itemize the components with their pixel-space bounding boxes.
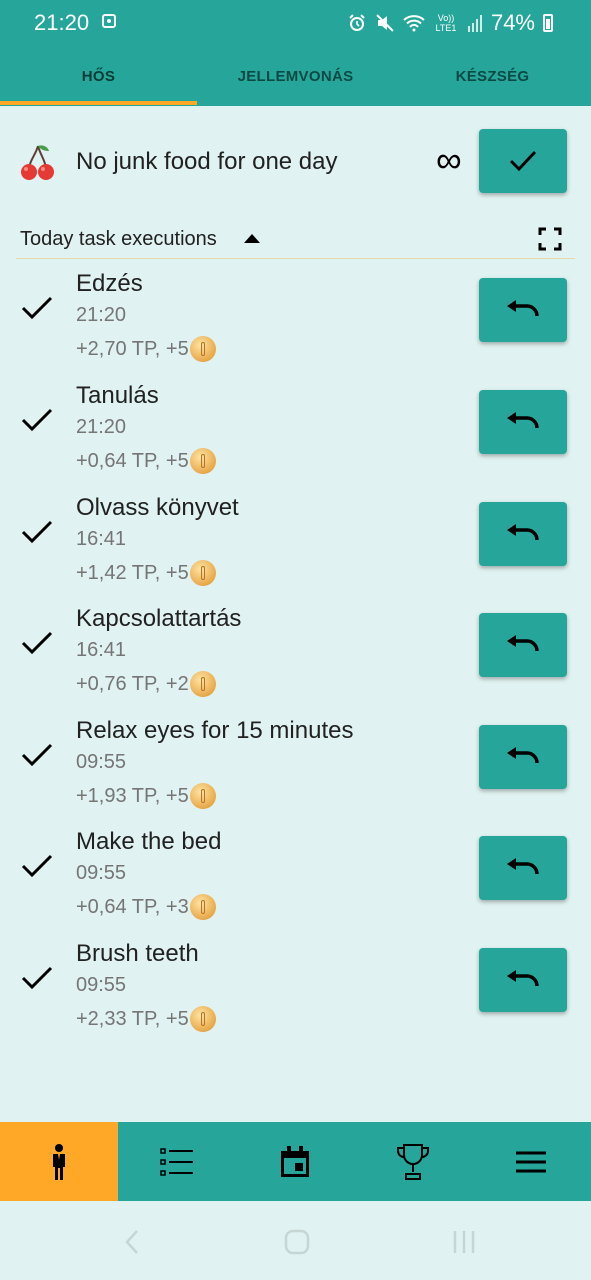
task-time: 21:20 — [76, 416, 127, 438]
undo-button[interactable] — [479, 613, 567, 677]
list-item: Olvass könyvet 16:41 +1,42 TP, +5 — [0, 494, 591, 606]
section-header[interactable]: Today task executions — [0, 222, 591, 260]
undo-icon — [507, 747, 539, 764]
bottom-navigation — [0, 1122, 591, 1201]
undo-button[interactable] — [479, 390, 567, 454]
wifi-icon — [403, 15, 425, 32]
habit-row: No junk food for one day ∞ — [0, 120, 591, 204]
task-time: 16:41 — [76, 528, 127, 550]
network-label: Vo)) LTE1 — [435, 13, 457, 33]
tab-jellemvonas[interactable]: JELLEMVONÁS — [197, 48, 394, 106]
mute-icon — [376, 14, 394, 32]
done-check-icon — [21, 408, 53, 432]
undo-button[interactable] — [479, 836, 567, 900]
task-name: Make the bed — [76, 828, 222, 855]
done-check-icon — [21, 631, 53, 655]
nav-hero[interactable] — [0, 1122, 118, 1201]
battery-percent: 74% — [490, 10, 535, 35]
complete-habit-button[interactable] — [479, 129, 567, 193]
task-name: Brush teeth — [76, 940, 199, 967]
status-icons: Vo)) LTE1 74% — [347, 10, 553, 36]
undo-icon — [507, 412, 539, 429]
coin-icon — [189, 336, 216, 362]
list-item: Kapcsolattartás 16:41 +0,76 TP, +2 — [0, 605, 591, 717]
list-item: Edzés 21:20 +2,70 TP, +5 — [0, 270, 591, 382]
cherry-icon — [21, 145, 54, 180]
nav-tasks[interactable] — [118, 1122, 236, 1201]
undo-button[interactable] — [479, 725, 567, 789]
task-time: 09:55 — [76, 751, 127, 773]
task-reward: +1,93 TP, +5 — [76, 783, 216, 809]
task-name: Tanulás — [76, 382, 159, 409]
coin-icon — [189, 448, 216, 474]
list-item: Brush teeth 09:55 +2,33 TP, +5 — [0, 940, 591, 1052]
coin-icon — [189, 894, 216, 920]
coin-icon — [189, 560, 216, 586]
task-time: 21:20 — [76, 304, 127, 326]
nav-menu[interactable] — [472, 1122, 590, 1201]
recents-icon[interactable] — [452, 1229, 476, 1255]
undo-icon — [507, 524, 539, 541]
task-time: 16:41 — [76, 639, 127, 661]
task-name: Olvass könyvet — [76, 494, 239, 521]
tab-keszseg[interactable]: KÉSZSÉG — [394, 48, 591, 106]
menu-icon — [516, 1151, 546, 1172]
undo-button[interactable] — [479, 948, 567, 1012]
done-check-icon — [21, 296, 53, 320]
undo-button[interactable] — [479, 502, 567, 566]
done-check-icon — [21, 966, 53, 990]
task-name: Kapcsolattartás — [76, 605, 242, 632]
infinity-icon: ∞ — [436, 139, 462, 180]
check-icon — [509, 150, 537, 172]
undo-icon — [507, 970, 539, 987]
list-item: Make the bed 09:55 +0,64 TP, +3 — [0, 828, 591, 940]
hero-icon — [53, 1143, 65, 1180]
signal-icon — [467, 15, 482, 32]
fullscreen-icon[interactable] — [538, 227, 562, 251]
task-time: 09:55 — [76, 974, 127, 996]
section-title: Today task executions — [20, 228, 217, 250]
done-check-icon — [21, 854, 53, 878]
coin-icon — [189, 783, 216, 809]
trophy-icon — [397, 1143, 429, 1180]
alarm-icon — [349, 14, 365, 31]
task-reward: +2,70 TP, +5 — [76, 336, 216, 362]
undo-icon — [507, 635, 539, 652]
status-time: 21:20 — [34, 10, 90, 35]
home-icon[interactable] — [284, 1229, 310, 1255]
undo-icon — [507, 300, 539, 317]
done-check-icon — [21, 520, 53, 544]
section-divider — [16, 258, 575, 259]
app-notification-icon — [102, 14, 116, 28]
system-navigation-bar — [0, 1201, 591, 1280]
nav-achievements[interactable] — [354, 1122, 472, 1201]
done-check-icon — [21, 743, 53, 767]
undo-button[interactable] — [479, 278, 567, 342]
nav-calendar[interactable] — [236, 1122, 354, 1201]
battery-icon — [543, 14, 553, 32]
coin-icon — [189, 671, 216, 697]
coin-icon — [189, 1006, 216, 1032]
task-time: 09:55 — [76, 862, 127, 884]
calendar-icon — [281, 1145, 309, 1177]
collapse-triangle-icon[interactable] — [244, 234, 260, 243]
habit-title: No junk food for one day — [76, 148, 338, 175]
task-reward: +0,76 TP, +2 — [76, 671, 216, 697]
undo-icon — [507, 858, 539, 875]
status-bar: 21:20 Vo)) LTE1 74% — [0, 0, 591, 48]
active-tab-indicator — [0, 101, 197, 105]
task-name: Relax eyes for 15 minutes — [76, 717, 354, 744]
task-list-icon — [160, 1147, 193, 1176]
tab-hos[interactable]: HŐS — [0, 48, 197, 106]
task-name: Edzés — [76, 270, 143, 297]
list-item: Relax eyes for 15 minutes 09:55 +1,93 TP… — [0, 717, 591, 829]
list-item: Tanulás 21:20 +0,64 TP, +5 — [0, 382, 591, 494]
tab-bar: HŐS JELLEMVONÁS KÉSZSÉG — [0, 48, 591, 106]
task-reward: +1,42 TP, +5 — [76, 560, 216, 586]
back-icon[interactable] — [124, 1229, 140, 1255]
task-reward: +0,64 TP, +3 — [76, 894, 216, 920]
task-reward: +2,33 TP, +5 — [76, 1006, 216, 1032]
task-reward: +0,64 TP, +5 — [76, 448, 216, 474]
